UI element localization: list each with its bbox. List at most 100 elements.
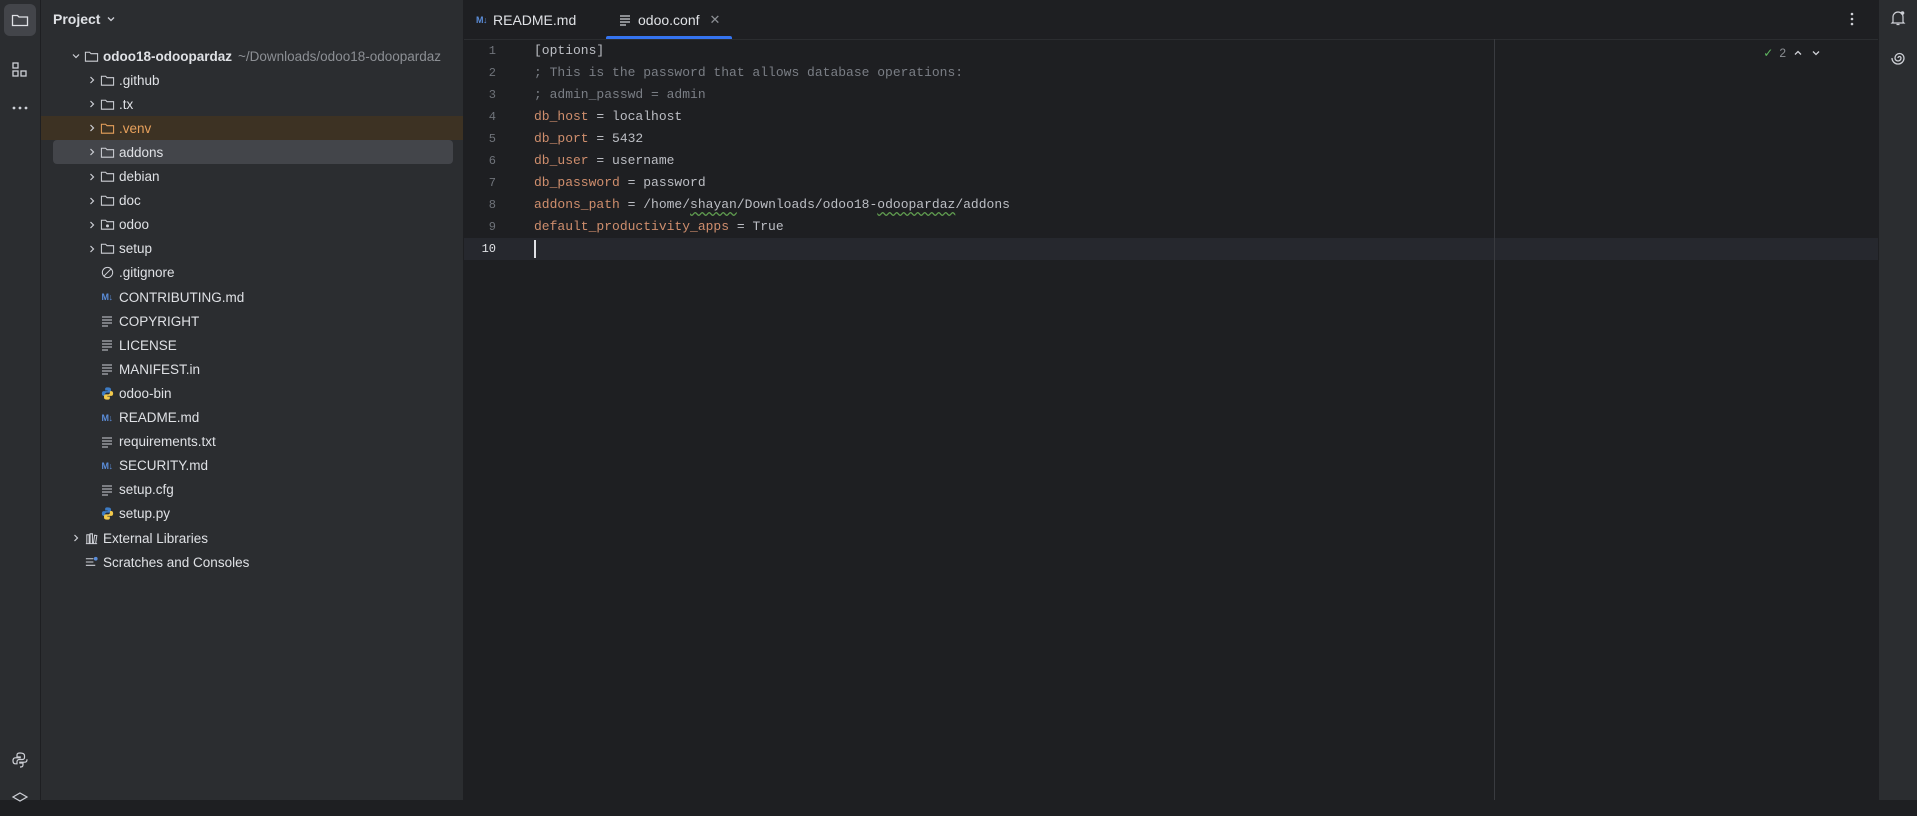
bell-icon [1890, 11, 1906, 26]
project-panel-header[interactable]: Project [41, 0, 463, 38]
project-tool-button[interactable] [4, 4, 36, 36]
folder-icon [83, 48, 99, 64]
inspection-count: 2 [1779, 46, 1786, 60]
ignore-file-icon [99, 265, 115, 281]
tree-item-setup[interactable]: setup [53, 237, 453, 261]
chevron-down-icon[interactable] [106, 14, 116, 24]
python-console-tool-button[interactable] [4, 744, 36, 776]
chevron-right-icon[interactable] [85, 218, 99, 232]
line-number: 4 [488, 110, 496, 125]
config-value: /Downloads/odoo18- [736, 197, 878, 213]
tab-options-button[interactable] [1842, 9, 1862, 29]
tree-item-label: .tx [119, 96, 134, 112]
ide-window: Project odoo18-odoopardaz ~/Downloads/odo… [0, 0, 1917, 802]
text-file-icon [99, 313, 115, 329]
tree-item-addons[interactable]: addons [53, 140, 453, 165]
config-value: = localhost [588, 109, 683, 125]
chevron-right-icon[interactable] [85, 145, 99, 159]
code-line[interactable]: db_password = password [534, 172, 706, 194]
config-value: = password [619, 175, 706, 191]
tab-readme-md[interactable]: M↓ README.md [476, 0, 588, 39]
chevron-up-icon[interactable] [1792, 47, 1804, 59]
config-key: db_host [534, 109, 589, 125]
chevron-right-icon[interactable] [85, 73, 99, 87]
close-icon[interactable]: ✕ [710, 12, 721, 28]
chevron-down-icon[interactable] [1810, 47, 1822, 59]
tree-item-security-md[interactable]: M↓ SECURITY.md [53, 454, 453, 478]
code-comment: ; This is the password that allows datab… [534, 65, 964, 81]
tree-item-external-libraries[interactable]: External Libraries [53, 526, 453, 550]
chevron-right-icon[interactable] [85, 242, 99, 256]
notifications-tool-button[interactable] [1884, 4, 1912, 32]
line-number: 3 [488, 88, 496, 103]
layers-tool-button[interactable] [4, 784, 36, 816]
project-panel-title: Project [53, 11, 101, 27]
chevron-right-icon[interactable] [85, 121, 99, 135]
tree-item-label: SECURITY.md [119, 458, 209, 474]
tree-item-odoo18-odoopardaz[interactable]: odoo18-odoopardaz ~/Downloads/odoo18-odoo… [53, 44, 453, 68]
structure-tool-button[interactable] [4, 54, 36, 86]
code-line[interactable]: [options] [534, 40, 604, 62]
chevron-right-icon[interactable] [85, 170, 99, 184]
config-value: shayan [690, 197, 737, 213]
package-folder-icon [99, 217, 115, 233]
tree-item-label: COPYRIGHT [119, 313, 200, 329]
code-line[interactable]: db_host = localhost [534, 106, 682, 128]
chevron-right-icon[interactable] [85, 194, 99, 208]
line-number: 6 [488, 154, 496, 169]
tree-item-debian[interactable]: debian [53, 165, 453, 189]
text-file-icon [618, 13, 632, 27]
code-line[interactable]: default_productivity_apps = True [534, 216, 784, 238]
tree-item-doc[interactable]: doc [53, 189, 453, 213]
tree-item-venv[interactable]: .venv [41, 116, 463, 141]
tree-item-license[interactable]: LICENSE [53, 333, 453, 357]
editor-tab-bar: M↓ README.md odoo.conf ✕ [464, 0, 1878, 40]
kebab-menu-icon [1850, 12, 1854, 26]
tree-item-gitignore[interactable]: .gitignore [53, 261, 453, 285]
code-line[interactable]: addons_path = /home/shayan/Downloads/odo… [534, 194, 1010, 216]
code-comment: ; admin_passwd = admin [534, 87, 706, 103]
tree-item-setup-cfg[interactable]: setup.cfg [53, 478, 453, 502]
code-line[interactable]: ; admin_passwd = admin [534, 84, 706, 106]
tree-item-odoo[interactable]: odoo [53, 213, 453, 237]
tree-item-label: setup [119, 241, 153, 257]
line-number: 9 [488, 220, 496, 235]
config-value: = /home/ [619, 197, 691, 213]
inspection-widget[interactable]: ✓ 2 [1763, 46, 1822, 60]
line-number-gutter: 1 2 3 4 5 6 7 8 9 10 [464, 39, 532, 800]
tree-item-label: debian [119, 169, 160, 184]
chevron-down-icon[interactable] [69, 49, 83, 63]
text-file-icon [99, 482, 115, 498]
code-line[interactable]: db_user = username [534, 150, 674, 172]
tree-item-requirements-txt[interactable]: requirements.txt [53, 430, 453, 454]
tree-item-label: .gitignore [119, 265, 175, 281]
tree-item-manifest-in[interactable]: MANIFEST.in [53, 357, 453, 381]
structure-icon [12, 62, 27, 77]
tree-item-readme-md[interactable]: M↓ README.md [53, 406, 453, 430]
folder-icon [99, 72, 115, 88]
tree-item-copyright[interactable]: COPYRIGHT [53, 309, 453, 333]
tree-item-label: odoo [119, 217, 150, 233]
left-tool-strip [0, 0, 41, 802]
project-panel: Project odoo18-odoopardaz ~/Downloads/odo… [41, 0, 464, 800]
tab-odoo-conf[interactable]: odoo.conf ✕ [606, 0, 733, 39]
tree-item-odoo-bin[interactable]: odoo-bin [53, 381, 453, 405]
code-editor[interactable]: 1 2 3 4 5 6 7 8 9 10 [options] ; This is the passw… [464, 39, 1878, 800]
tree-item-contributing-md[interactable]: M↓ CONTRIBUTING.md [53, 285, 453, 309]
tree-item-label: .venv [119, 120, 152, 136]
text-file-icon [99, 361, 115, 377]
code-line[interactable]: db_port = 5432 [534, 128, 643, 150]
chevron-right-icon[interactable] [69, 531, 83, 545]
tree-item-tx[interactable]: .tx [53, 92, 453, 116]
code-line[interactable]: ; This is the password that allows datab… [534, 62, 963, 84]
chevron-right-icon[interactable] [85, 97, 99, 111]
line-number: 7 [488, 176, 496, 191]
tree-item-setup-py[interactable]: setup.py [53, 502, 453, 526]
tree-item-github[interactable]: .github [53, 68, 453, 92]
more-tools-button[interactable] [4, 92, 36, 124]
ai-assistant-tool-button[interactable] [1884, 44, 1912, 72]
tree-item-scratches-and-consoles[interactable]: Scratches and Consoles [53, 550, 453, 574]
